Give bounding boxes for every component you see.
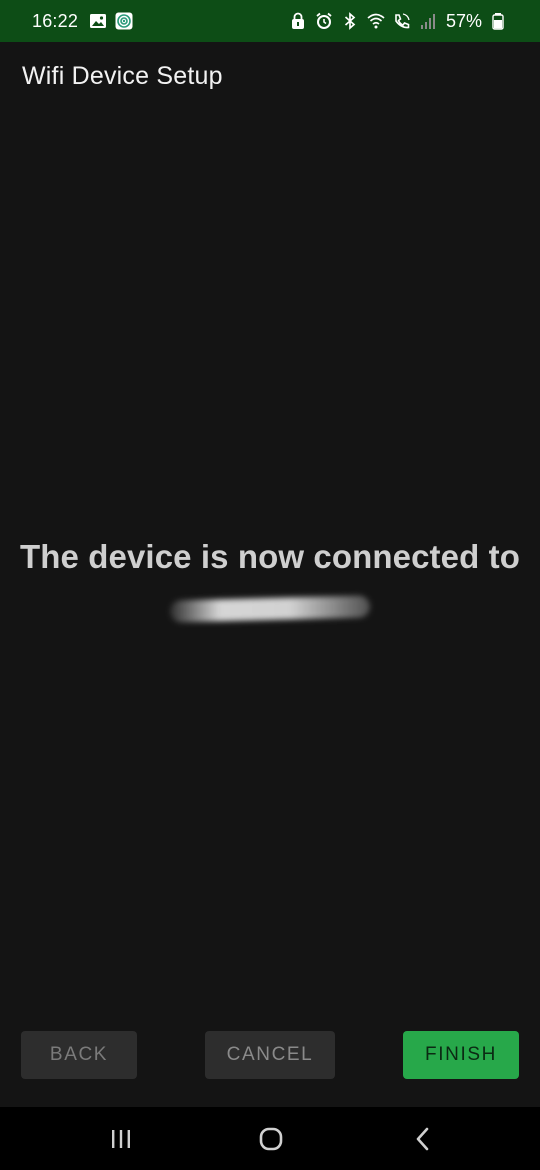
status-time: 16:22 [32, 10, 79, 31]
wifi-icon [366, 11, 386, 31]
battery-icon [488, 11, 508, 31]
redacted-network-name [169, 595, 371, 623]
alarm-icon [314, 11, 334, 31]
page-title: Wifi Device Setup [22, 62, 223, 90]
home-icon[interactable] [256, 1125, 286, 1153]
status-bar: 16:22 57% [0, 0, 540, 42]
navigation-bar [0, 1107, 540, 1170]
cancel-button[interactable]: CANCEL [205, 1031, 335, 1079]
battery-percent: 57% [445, 10, 482, 31]
status-bar-right: 57% [288, 11, 508, 32]
wifi-hotspot-icon [114, 11, 134, 31]
recent-apps-icon[interactable] [106, 1125, 136, 1153]
image-icon [88, 11, 108, 31]
lock-icon [288, 11, 308, 31]
connection-message-text: The device is now connected to [20, 538, 520, 575]
signal-icon [418, 11, 438, 31]
finish-button[interactable]: FINISH [403, 1031, 519, 1079]
back-icon[interactable] [408, 1125, 438, 1153]
connection-message: The device is now connected to [0, 538, 540, 623]
status-bar-left: 16:22 [32, 11, 134, 32]
wifi-call-icon [392, 11, 412, 31]
bluetooth-icon [340, 11, 360, 31]
back-button[interactable]: BACK [21, 1031, 137, 1079]
